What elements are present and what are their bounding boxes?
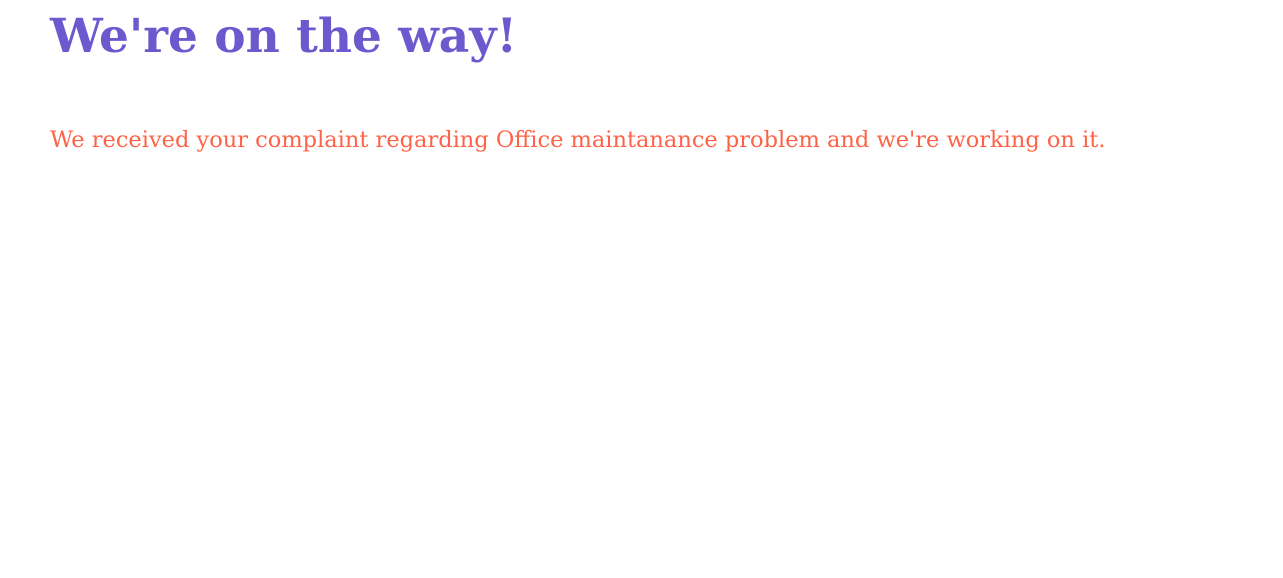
page-title: We're on the way! (50, 9, 518, 64)
confirmation-message: We received your complaint regarding Off… (50, 127, 1106, 153)
confirmation-page: We're on the way! We received your compl… (50, 0, 1243, 153)
